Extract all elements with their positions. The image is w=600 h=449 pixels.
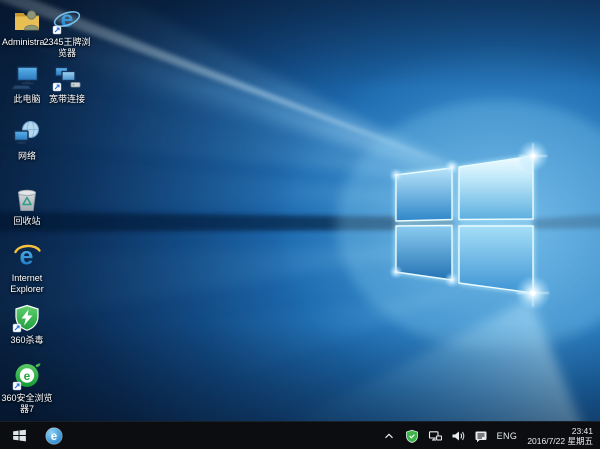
desktop-icon-2345-browser[interactable]: e 2345王牌浏览器: [40, 5, 94, 59]
desktop-icon-internet-explorer[interactable]: e Internet Explorer: [0, 241, 54, 295]
language-indicator[interactable]: ENG: [495, 422, 520, 449]
chevron-up-icon: [382, 429, 396, 443]
e-browser-taskbar-icon: e: [45, 427, 63, 445]
green-e-browser-icon: e: [12, 361, 42, 391]
volume-tray-button[interactable]: [449, 422, 467, 449]
start-button[interactable]: [0, 422, 38, 449]
hidden-icons-button[interactable]: [380, 422, 398, 449]
svg-text:e: e: [61, 6, 74, 32]
icon-label: 2345王牌浏览器: [40, 37, 94, 59]
green-shield-tray-icon: [405, 429, 419, 443]
icon-label: 回收站: [0, 216, 54, 227]
desktop-icon-broadband-connection[interactable]: 宽带连接: [40, 62, 94, 105]
icon-label: Internet Explorer: [0, 273, 54, 295]
clock-date: 2016/7/22 星期五: [527, 436, 593, 446]
user-folder-icon: [12, 5, 42, 35]
shortcut-arrow-badge: [13, 382, 21, 390]
system-tray: ENG 23:41 2016/7/22 星期五: [380, 422, 600, 449]
desktop-icon-360-antivirus[interactable]: 360杀毒: [0, 303, 54, 346]
icon-label: 360杀毒: [0, 335, 54, 346]
desktop-icon-network[interactable]: 网络: [0, 119, 54, 162]
windows-desktop: Administra... e 2345王牌浏览器 此电脑: [0, 0, 600, 449]
dialup-connection-icon: [52, 62, 82, 92]
antivirus-tray-button[interactable]: [403, 422, 421, 449]
network-tray-icon: [428, 429, 442, 443]
svg-text:e: e: [51, 431, 57, 443]
desktop-icon-recycle-bin[interactable]: 回收站: [0, 184, 54, 227]
taskbar-e-browser-button[interactable]: e: [38, 422, 70, 449]
e-browser-icon: e: [52, 5, 82, 35]
taskbar: e: [0, 421, 600, 449]
speaker-icon: [451, 429, 465, 443]
internet-explorer-icon: e: [12, 241, 42, 271]
notification-message-icon: [474, 429, 488, 443]
shortcut-arrow-badge: [53, 26, 61, 34]
windows-logo-icon: [12, 428, 27, 443]
icon-label: 网络: [0, 151, 54, 162]
action-center-button[interactable]: [472, 422, 490, 449]
svg-text:e: e: [24, 369, 31, 383]
clock-time: 23:41: [572, 426, 593, 436]
computer-icon: [12, 62, 42, 92]
icon-label: 宽带连接: [40, 94, 94, 105]
network-globe-icon: [12, 119, 42, 149]
network-tray-button[interactable]: [426, 422, 444, 449]
shortcut-arrow-badge: [53, 83, 61, 91]
icon-label: 360安全浏览器7: [0, 393, 54, 415]
green-shield-lightning-icon: [12, 303, 42, 333]
recycle-bin-icon: [12, 184, 42, 214]
shortcut-arrow-badge: [13, 324, 21, 332]
clock[interactable]: 23:41 2016/7/22 星期五: [524, 422, 596, 449]
desktop-icon-360-secure-browser[interactable]: e 360安全浏览器7: [0, 361, 54, 415]
